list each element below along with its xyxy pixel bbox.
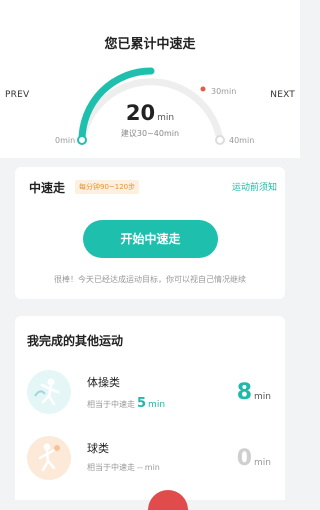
activity-label: 球类 bbox=[87, 442, 109, 455]
gymnastics-icon bbox=[27, 370, 71, 414]
gauge-target-dot bbox=[200, 86, 206, 92]
summary-header: 您已累计中速走 PREV NEXT 20 min 建议30~40min 0min … bbox=[0, 0, 300, 158]
step-rate-badge: 每分钟90~120步 bbox=[75, 180, 140, 194]
other-activities-card: 我完成的其他运动 体操类 相当于中速走 5 min 8 min 球类 相当于中速… bbox=[15, 316, 285, 500]
equivalent-value: 5 bbox=[137, 396, 147, 411]
equivalent-prefix: 相当于中速走 bbox=[87, 463, 135, 472]
gauge-min-label: 0min bbox=[55, 136, 76, 145]
gauge-value-unit: min bbox=[157, 113, 175, 123]
equivalent-prefix: 相当于中速走 bbox=[87, 400, 135, 409]
gauge-hint: 建议30~40min bbox=[120, 129, 180, 138]
section-heading: 我完成的其他运动 bbox=[27, 334, 124, 348]
gauge-mid-label: 30min bbox=[211, 87, 237, 96]
equivalent-value: -- bbox=[137, 463, 143, 472]
gauge-value-number: 20 bbox=[125, 101, 156, 125]
list-item[interactable]: 球类 相当于中速走 -- min 0 min bbox=[15, 434, 285, 494]
page-title: 您已累计中速走 bbox=[104, 37, 196, 52]
activity-total: 0 min bbox=[237, 446, 271, 471]
prev-button[interactable]: PREV bbox=[5, 90, 29, 100]
activity-total: 8 min bbox=[237, 380, 271, 405]
activity-total-value: 8 bbox=[236, 380, 253, 405]
activity-name: 中速走 bbox=[29, 181, 66, 195]
gauge-max-label: 40min bbox=[229, 136, 255, 145]
gauge-value: 20 min bbox=[0, 101, 300, 125]
notice-link[interactable]: 运动前须知 bbox=[232, 180, 277, 193]
equivalent-unit: min bbox=[144, 463, 160, 472]
activity-card: 中速走 每分钟90~120步 运动前须知 开始中速走 很棒！今天已经达成运动目标… bbox=[15, 167, 285, 299]
activity-label: 体操类 bbox=[87, 376, 120, 389]
goal-message: 很棒！今天已经达成运动目标，你可以视自己情况继续 bbox=[54, 275, 246, 284]
equivalent-unit: min bbox=[148, 400, 166, 410]
start-button[interactable]: 开始中速走 bbox=[83, 220, 218, 258]
ball-sport-icon bbox=[27, 436, 71, 480]
equivalent-text: 相当于中速走 5 min bbox=[87, 396, 165, 411]
equivalent-text: 相当于中速走 -- min bbox=[87, 462, 160, 473]
activity-total-unit: min bbox=[254, 392, 271, 402]
activity-total-value: 0 bbox=[236, 446, 253, 471]
next-button[interactable]: NEXT bbox=[270, 90, 295, 100]
activity-total-unit: min bbox=[254, 458, 271, 468]
list-item[interactable]: 体操类 相当于中速走 5 min 8 min bbox=[15, 368, 285, 428]
